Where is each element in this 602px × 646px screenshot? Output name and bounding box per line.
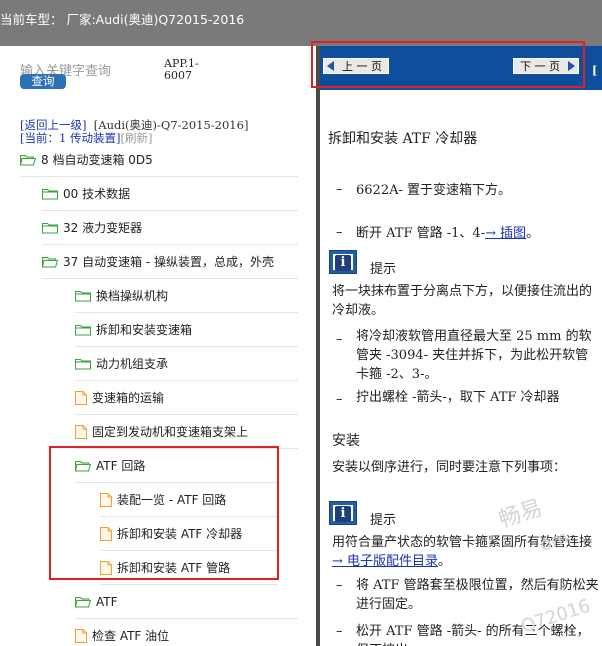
tree-item[interactable]: 动力机组支承 bbox=[75, 347, 298, 381]
step-text-tail: 。 bbox=[526, 226, 540, 241]
install-text: 安装以倒序进行，同时要注意下列事项： bbox=[332, 460, 567, 475]
folder-icon bbox=[75, 358, 91, 370]
tree-item-label: 00 技术数据 bbox=[63, 187, 131, 201]
bullet-dash: – bbox=[336, 332, 343, 347]
illustration-link[interactable]: → 插图 bbox=[485, 226, 526, 241]
tree-item-label: 32 液力变矩器 bbox=[63, 221, 143, 235]
document-icon bbox=[75, 628, 87, 643]
note-text-tail: 。 bbox=[438, 554, 452, 569]
tree-item[interactable]: 37 自动变速箱 - 操纵装置，总成，外壳 bbox=[42, 245, 298, 279]
step-text: 松开 ATF 管路 -箭头- 的所有三个螺栓，但不拧出。 bbox=[356, 624, 590, 646]
highlight-box-nav bbox=[311, 41, 585, 88]
tree-item-label: 8 档自动变速箱 0D5 bbox=[41, 153, 153, 167]
tree-item-label: 固定到发动机和变速箱支架上 bbox=[92, 425, 249, 439]
document-icon bbox=[75, 390, 87, 405]
folder-icon bbox=[75, 324, 91, 336]
note-text: 将一块抹布置于分离点下方，以便接住流出的冷却液。 bbox=[332, 284, 593, 318]
info-icon: i bbox=[329, 501, 357, 525]
highlight-box-tree bbox=[49, 446, 279, 580]
tree-item[interactable]: 检查 ATF 油位 bbox=[75, 619, 298, 646]
tree-item[interactable]: ATF bbox=[75, 585, 298, 619]
vehicle-title: 当前车型： 厂家:Audi(奥迪)Q72015-2016 bbox=[0, 12, 245, 27]
step-text: 将冷却液软管用直径最大至 25 mm 的软管夹 -3094- 夹住并拆下，为此松… bbox=[356, 329, 592, 382]
note-label: 提示 bbox=[370, 513, 397, 528]
install-heading: 安装 bbox=[332, 433, 360, 449]
bullet-dash: – bbox=[336, 578, 343, 593]
tree-item[interactable]: 变速箱的运输 bbox=[75, 381, 298, 415]
info-icon: i bbox=[329, 250, 357, 274]
document-icon bbox=[75, 424, 87, 439]
tree-item-label: 变速箱的运输 bbox=[92, 391, 165, 405]
bullet-dash: – bbox=[336, 225, 343, 240]
folder-open-icon bbox=[75, 596, 91, 608]
tree-item-label: 拆卸和安装变速箱 bbox=[96, 323, 193, 337]
tree-item[interactable]: 32 液力变矩器 bbox=[42, 211, 298, 245]
bullet-dash: – bbox=[336, 182, 343, 197]
step-text: 6622A- 置于变速箱下方。 bbox=[356, 183, 511, 198]
folder-open-icon bbox=[20, 154, 36, 166]
nav-edge-text: [ bbox=[592, 64, 602, 77]
content-panel: 上 一 页 下 一 页 [ 拆卸和安装 ATF 冷却器 – 6622A- 置于变… bbox=[320, 46, 602, 646]
tree-item-label: 37 自动变速箱 - 操纵装置，总成，外壳 bbox=[63, 255, 275, 269]
tree-item-label: 动力机组支承 bbox=[96, 357, 169, 371]
model-label: [Audi(奥迪)-Q7-2015-2016] bbox=[93, 118, 249, 132]
tree-item[interactable]: 8 档自动变速箱 0D5 bbox=[20, 143, 298, 177]
note-label: 提示 bbox=[370, 262, 397, 277]
app-code: APP.1-6007 bbox=[164, 57, 199, 82]
tree-item[interactable]: 固定到发动机和变速箱支架上 bbox=[75, 415, 298, 449]
step-text: 拧出螺栓 -箭头-，取下 ATF 冷却器 bbox=[356, 390, 560, 405]
search-button[interactable]: 查询 bbox=[20, 74, 66, 89]
folder-icon bbox=[42, 188, 58, 200]
step-text: 断开 ATF 管路 -1、4-→ 插图。 bbox=[356, 224, 602, 243]
tree-item[interactable]: 换档操纵机构 bbox=[75, 279, 298, 313]
bullet-dash: – bbox=[336, 624, 343, 639]
tree-item[interactable]: 00 技术数据 bbox=[42, 177, 298, 211]
tree-item[interactable]: 拆卸和安装变速箱 bbox=[75, 313, 298, 347]
step-text-part: 断开 ATF 管路 -1、4- bbox=[356, 226, 486, 241]
breadcrumb: [返回上一级] [Audi(奥迪)-Q7-2015-2016] [当前：1 传动… bbox=[20, 119, 248, 145]
parts-catalog-link[interactable]: → 电子版配件目录 bbox=[332, 554, 438, 569]
tree-item-label: 换档操纵机构 bbox=[96, 289, 169, 303]
folder-icon bbox=[42, 222, 58, 234]
bullet-dash: – bbox=[336, 392, 343, 407]
page-title: 拆卸和安装 ATF 冷却器 bbox=[328, 131, 478, 147]
watermark: 畅易 bbox=[495, 495, 546, 534]
folder-open-icon bbox=[42, 256, 58, 268]
tree-item-label: ATF bbox=[96, 594, 118, 609]
tree-item-label: 检查 ATF 油位 bbox=[92, 629, 170, 643]
back-link[interactable]: [返回上一级] bbox=[20, 118, 86, 132]
title-bar: 当前车型： 厂家:Audi(奥迪)Q72015-2016 bbox=[0, 0, 602, 46]
folder-icon bbox=[75, 290, 91, 302]
